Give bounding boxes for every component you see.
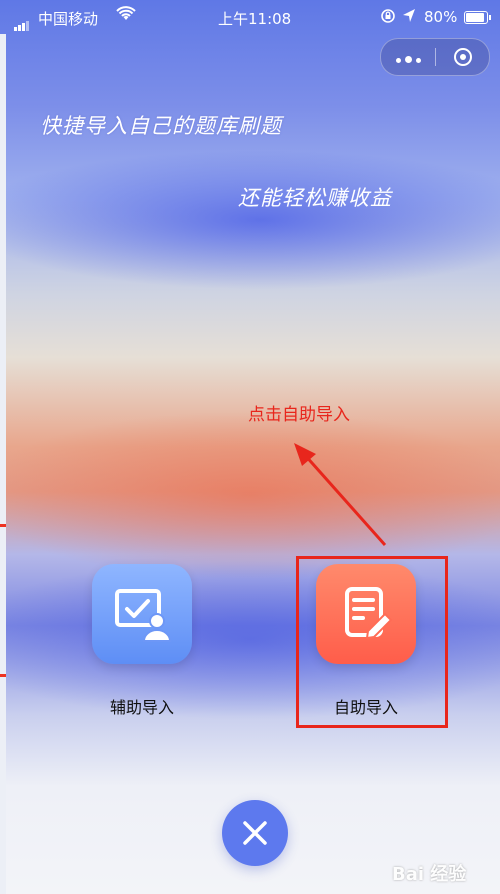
more-dots-icon (394, 48, 423, 67)
background-blur (0, 410, 500, 580)
annotation-arrow-icon (294, 443, 387, 546)
assist-import-label: 辅助导入 (109, 698, 174, 717)
underlying-page-edge (0, 34, 6, 894)
exit-miniprogram-button[interactable] (436, 39, 489, 75)
battery-percent: 80% (424, 8, 458, 26)
clock: 上午11:08 (218, 10, 292, 28)
edge-mark (0, 524, 6, 527)
battery-icon (464, 11, 491, 24)
edge-mark (0, 674, 6, 677)
more-button[interactable] (381, 39, 435, 75)
hero-line-2: 还能轻松赚收益 (238, 186, 392, 210)
carrier-name: 中国移动 (38, 10, 99, 28)
annotation-highlight-box (296, 556, 448, 728)
signal-icon (14, 13, 30, 31)
close-button[interactable] (222, 800, 288, 866)
monitor-check-user-icon (92, 564, 192, 664)
assist-import-option[interactable]: 辅助导入 (92, 564, 192, 718)
annotation-text: 点击自助导入 (248, 405, 350, 425)
rotation-lock-icon (380, 8, 396, 28)
battery-fill (466, 13, 484, 22)
background-blur (0, 150, 500, 290)
wifi-icon (116, 6, 136, 26)
screen: 中国移动 上午11:08 80% 快捷导入自己的题库刷题 还能轻松赚收益 点击自… (0, 0, 500, 894)
hero-line-1: 快捷导入自己的题库刷题 (40, 114, 282, 138)
target-close-icon (453, 48, 472, 66)
close-x-icon (243, 821, 267, 845)
location-icon (402, 8, 416, 28)
status-bar: 中国移动 上午11:08 80% (0, 0, 500, 34)
miniprogram-capsule (380, 38, 490, 76)
watermark: Bai 经验 (392, 864, 467, 885)
